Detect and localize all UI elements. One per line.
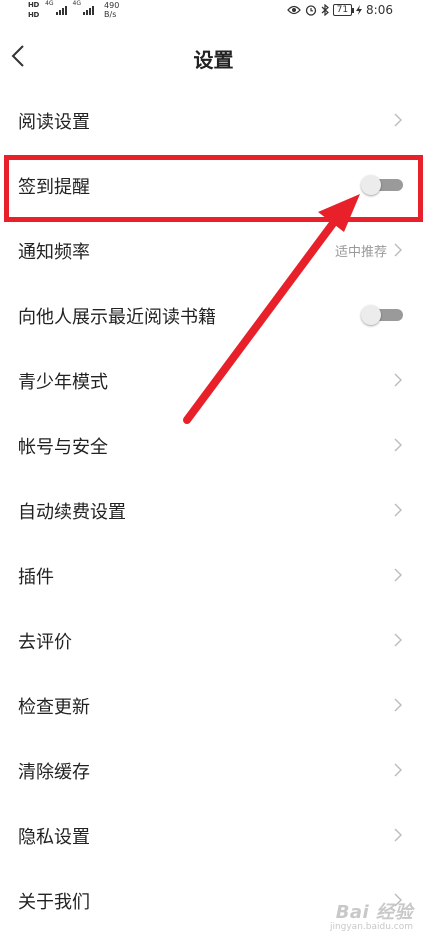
clock-time: 8:06 — [366, 3, 393, 17]
settings-item-auto-renew[interactable]: 自动续费设置 — [0, 478, 427, 543]
settings-item-privacy[interactable]: 隐私设置 — [0, 803, 427, 868]
settings-item-label: 清除缓存 — [18, 761, 90, 783]
settings-item-teen-mode[interactable]: 青少年模式 — [0, 348, 427, 413]
status-left: HD HD 4G 4G 490 B/s — [28, 1, 119, 20]
charging-icon — [356, 5, 363, 15]
status-bar: HD HD 4G 4G 490 B/s 71 8:06 — [0, 0, 427, 24]
settings-item-checkin-reminder: 签到提醒 — [0, 153, 427, 218]
show-recent-reading-toggle[interactable] — [361, 305, 403, 325]
settings-item-label: 签到提醒 — [18, 176, 90, 198]
chevron-right-icon — [394, 763, 402, 777]
chevron-right-icon — [394, 243, 402, 257]
settings-item-label: 通知频率 — [18, 241, 90, 263]
settings-item-label: 自动续费设置 — [18, 501, 126, 523]
settings-item-label: 阅读设置 — [18, 111, 90, 133]
eye-icon — [286, 5, 301, 15]
chevron-right-icon — [394, 113, 402, 127]
network-type-2: 4G — [72, 0, 82, 7]
settings-item-label: 去评价 — [18, 631, 72, 653]
bluetooth-icon — [321, 4, 329, 16]
signal-group-2: 4G — [72, 0, 95, 15]
signal-icon: 4G — [45, 0, 67, 15]
settings-item-plugins[interactable]: 插件 — [0, 543, 427, 608]
chevron-right-icon — [394, 698, 402, 712]
watermark-sub: jingyan.baidu.com — [329, 922, 413, 932]
chevron-right-icon — [394, 568, 402, 582]
settings-item-rate[interactable]: 去评价 — [0, 608, 427, 673]
settings-item-label: 帐号与安全 — [18, 436, 108, 458]
page-header: 设置 — [0, 24, 427, 88]
settings-item-account-security[interactable]: 帐号与安全 — [0, 413, 427, 478]
settings-item-label: 关于我们 — [18, 891, 90, 913]
notify-frequency-value: 适中推荐 — [334, 245, 387, 260]
settings-item-label: 检查更新 — [18, 696, 90, 718]
network-speed: 490 B/s — [104, 1, 119, 19]
sim2-hd-badge: HD — [28, 11, 40, 19]
settings-item-label: 向他人展示最近阅读书籍 — [18, 306, 216, 328]
chevron-right-icon — [394, 828, 402, 842]
sim-indicators: HD HD — [28, 1, 39, 20]
signal-icon: 4G — [72, 0, 95, 15]
toggle-knob — [361, 175, 381, 195]
speed-value: 490 — [104, 1, 120, 10]
speed-unit: B/s — [104, 10, 117, 19]
network-type-1: 4G — [45, 0, 54, 7]
settings-item-reading[interactable]: 阅读设置 — [0, 88, 427, 153]
chevron-right-icon — [394, 373, 402, 387]
watermark: Bai 经验 jingyan.baidu.com — [330, 898, 413, 932]
settings-item-show-recent-reading: 向他人展示最近阅读书籍 — [0, 283, 427, 348]
settings-list: 阅读设置 签到提醒 通知频率 适中推荐 向他人展示最近阅读书籍 青少年模式 帐号… — [0, 88, 427, 933]
settings-item-notify-frequency[interactable]: 通知频率 适中推荐 — [0, 218, 427, 283]
toggle-knob — [361, 305, 381, 325]
chevron-right-icon — [394, 438, 402, 452]
alarm-icon — [305, 5, 316, 16]
status-right: 71 8:06 — [286, 3, 393, 17]
signal-group-1: 4G — [45, 0, 67, 15]
sim1-hd-badge: HD — [28, 1, 40, 9]
checkin-reminder-toggle[interactable] — [361, 175, 403, 195]
settings-item-label: 青少年模式 — [18, 371, 108, 393]
chevron-right-icon — [394, 503, 402, 517]
settings-item-label: 隐私设置 — [18, 826, 90, 848]
settings-item-label: 插件 — [18, 566, 54, 588]
chevron-right-icon — [394, 633, 402, 647]
settings-item-clear-cache[interactable]: 清除缓存 — [0, 738, 427, 803]
page-title: 设置 — [193, 48, 234, 72]
battery-icon: 71 — [332, 4, 355, 16]
watermark-main: Bai 经验 — [335, 902, 413, 923]
settings-item-check-update[interactable]: 检查更新 — [0, 673, 427, 738]
battery-level: 71 — [336, 5, 349, 15]
